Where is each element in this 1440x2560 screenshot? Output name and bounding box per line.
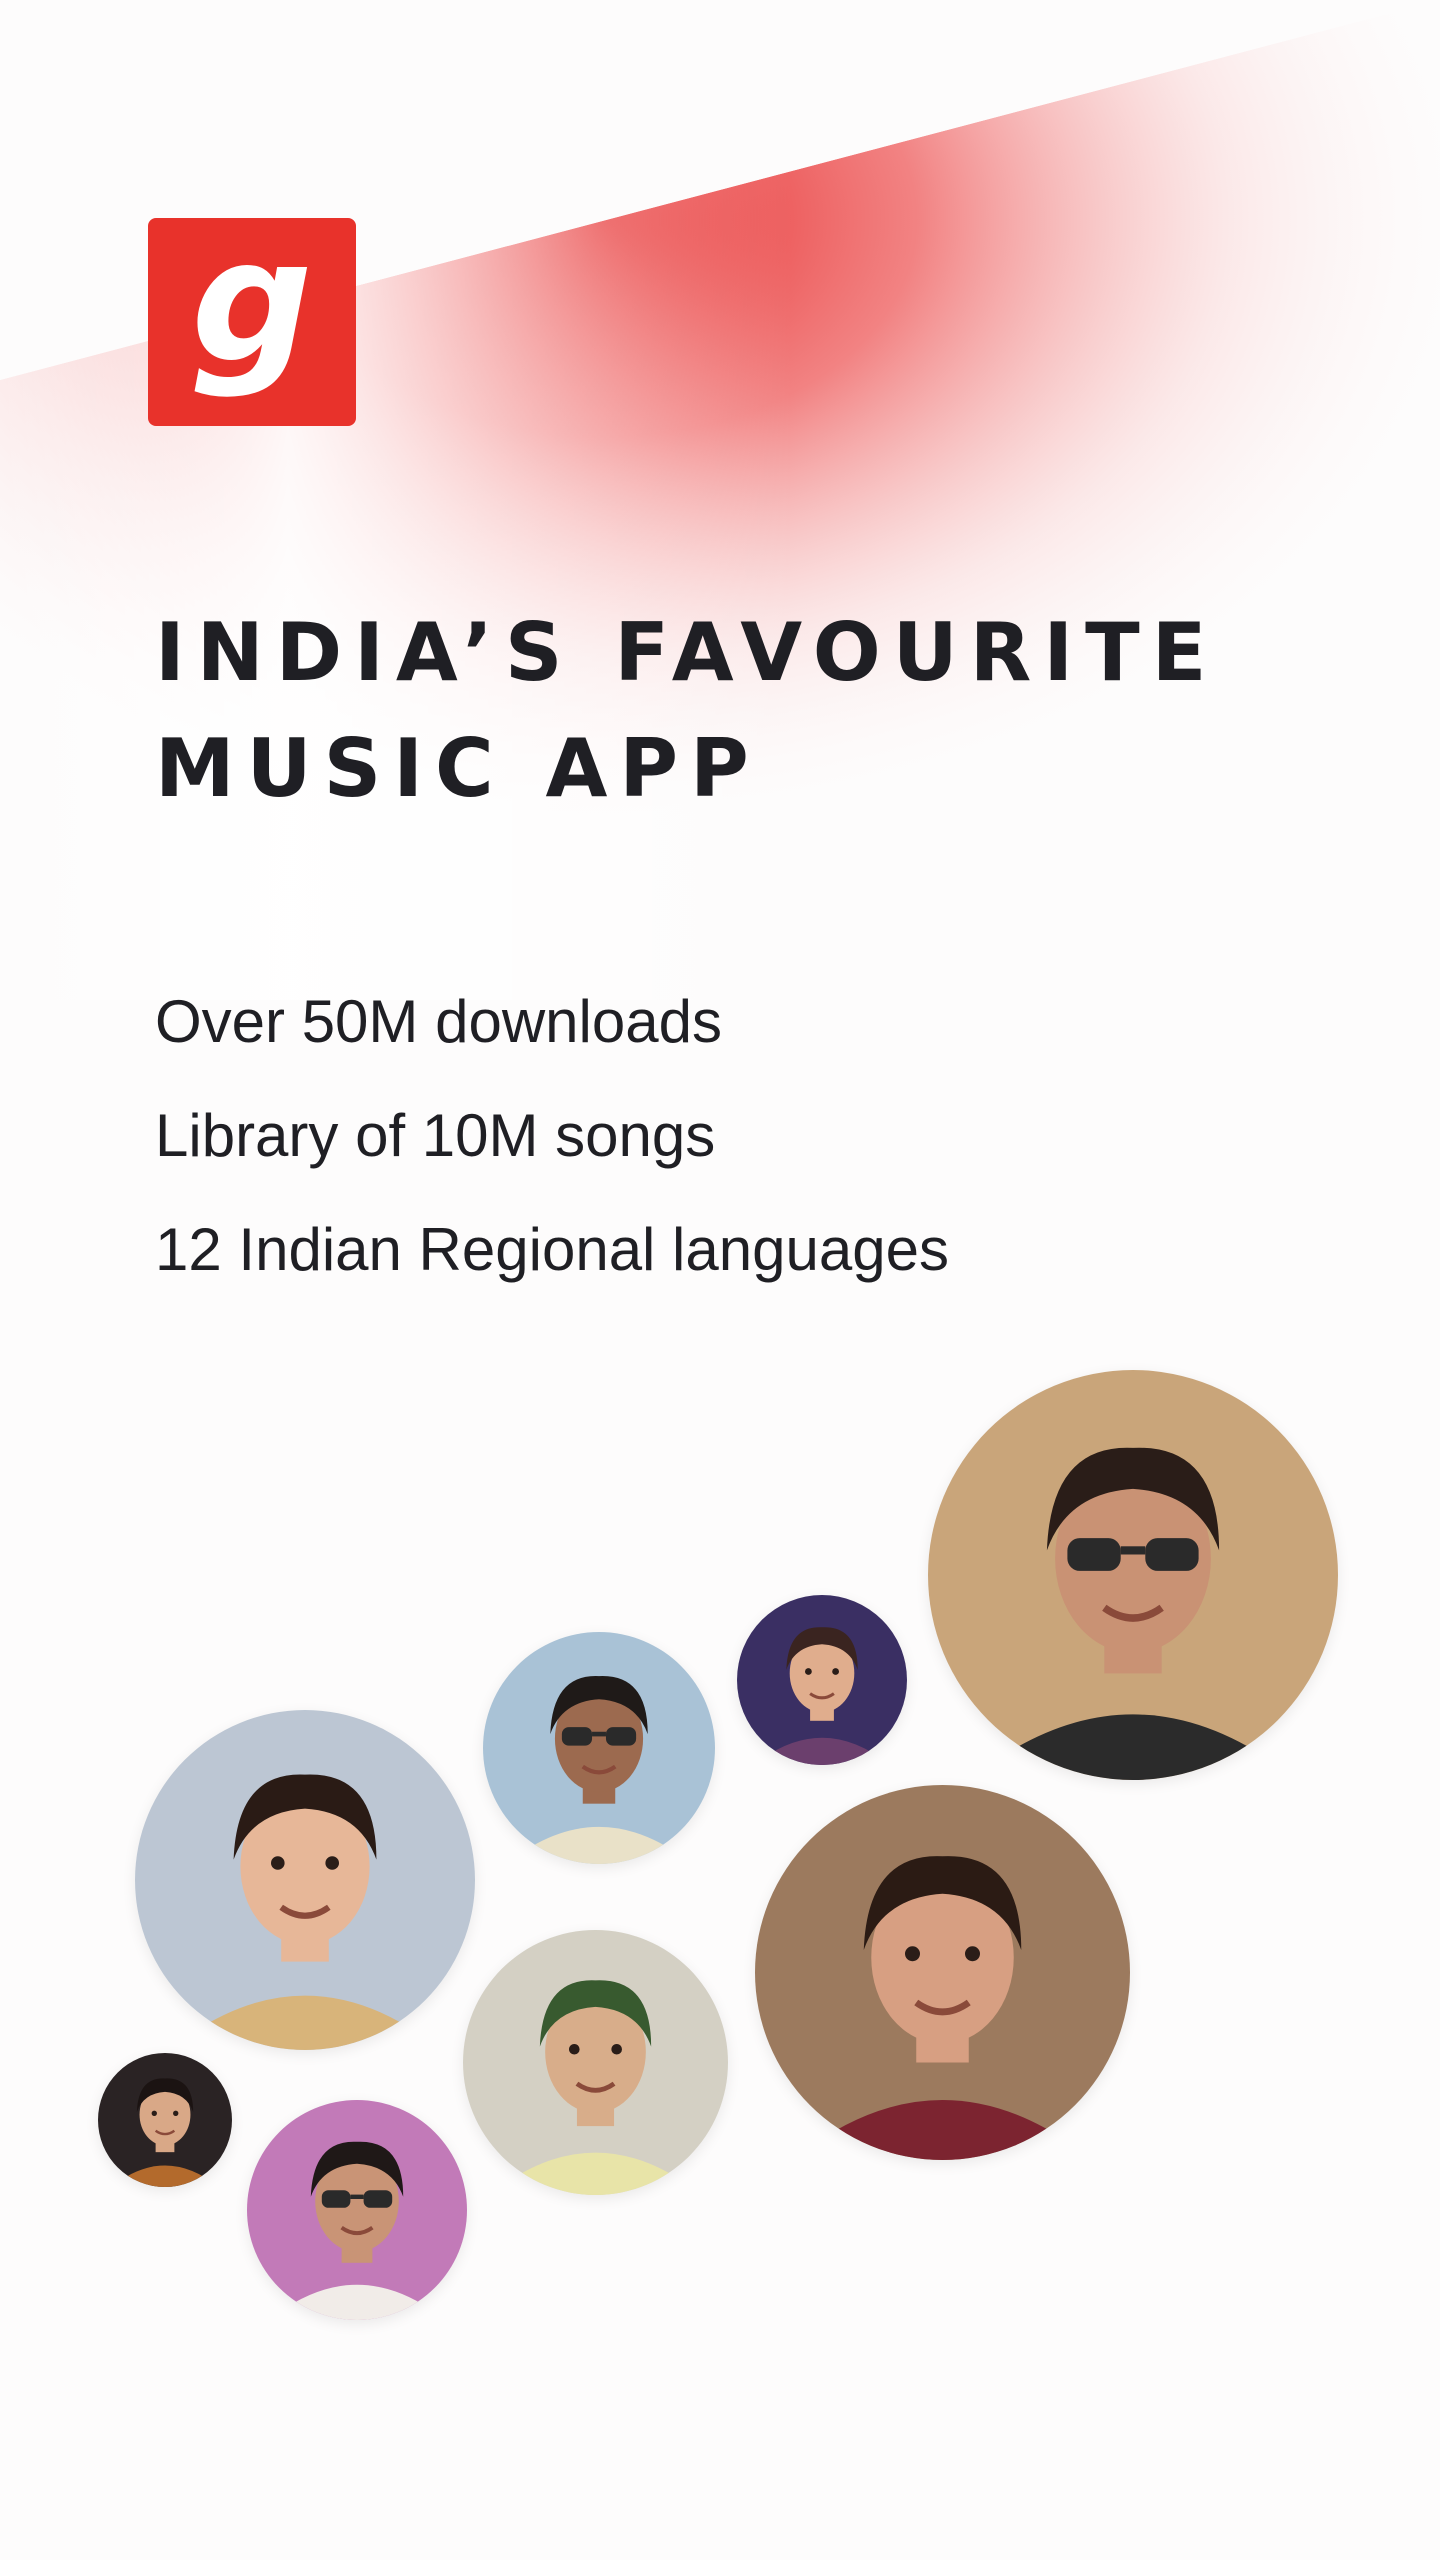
artist-portrait-3	[483, 1632, 715, 1864]
feature-item: 12 Indian Regional languages	[155, 1216, 949, 1283]
artist-portrait-6	[463, 1930, 728, 2195]
artist-portrait-1	[928, 1370, 1338, 1780]
headline-line-2: MUSIC APP	[155, 722, 761, 815]
artist-portrait-5	[755, 1785, 1130, 2160]
headline: INDIA’S FAVOURITE MUSIC APP	[155, 595, 1355, 827]
artist-portrait-4	[135, 1710, 475, 2050]
feature-list: Over 50M downloads Library of 10M songs …	[155, 965, 1355, 1307]
artist-portrait-7	[98, 2053, 232, 2187]
red-swoosh-background	[0, 0, 1440, 1000]
logo-letter: g	[191, 203, 313, 401]
promo-screen: g INDIA’S FAVOURITE MUSIC APP Over 50M d…	[0, 0, 1440, 2560]
gaana-logo: g	[148, 203, 356, 426]
artist-portrait-8	[247, 2100, 467, 2320]
feature-item: Over 50M downloads	[155, 988, 722, 1055]
headline-line-1: INDIA’S FAVOURITE	[155, 606, 1219, 699]
artist-portrait-2	[737, 1595, 907, 1765]
feature-item: Library of 10M songs	[155, 1102, 716, 1169]
